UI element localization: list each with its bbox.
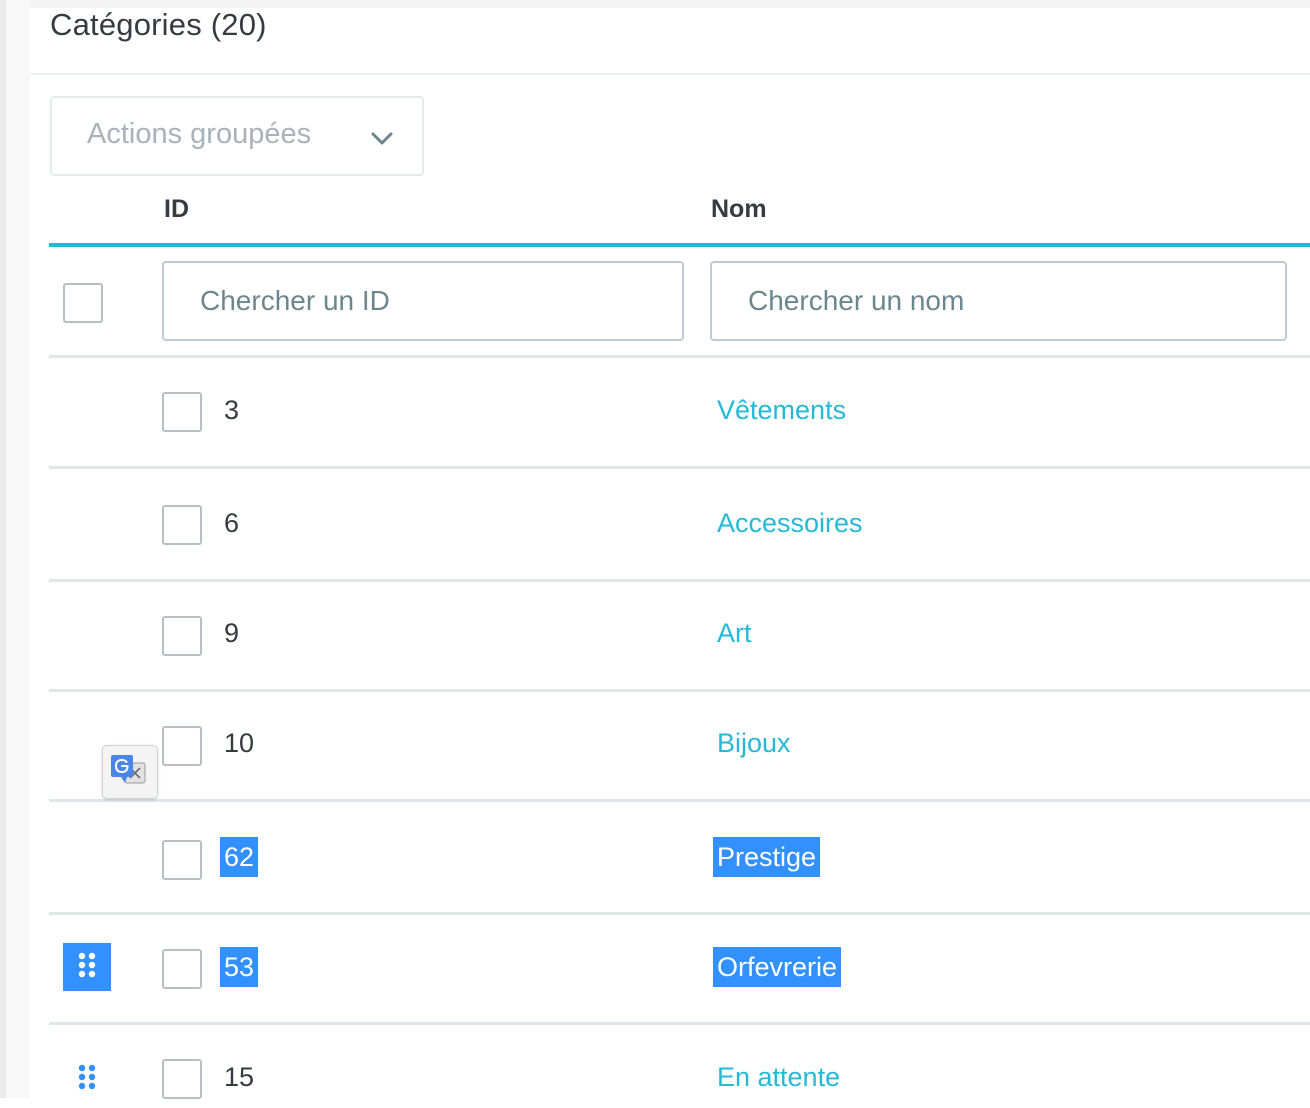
row-checkbox[interactable]	[162, 616, 202, 656]
row-checkbox[interactable]	[162, 392, 202, 432]
panel-title: Catégories (20)	[50, 7, 267, 42]
table-row[interactable]: 53 Orfevrerie	[49, 915, 1310, 1025]
drag-handle-icon[interactable]	[63, 1055, 111, 1103]
row-name-link[interactable]: Bijoux	[717, 723, 791, 763]
chevron-down-icon	[371, 132, 393, 145]
row-id: 9	[224, 618, 240, 648]
search-name-input[interactable]	[710, 261, 1287, 341]
row-name-link[interactable]: Vêtements	[717, 390, 846, 430]
google-translate-icon	[111, 755, 146, 784]
bulk-actions-dropdown[interactable]: Actions groupées	[50, 96, 424, 176]
google-translate-button[interactable]	[102, 745, 158, 799]
table-row[interactable]: 3 Vêtements	[49, 358, 1310, 469]
table-row[interactable]: 62 Prestige	[49, 802, 1310, 915]
row-id: 3	[224, 395, 240, 425]
row-name-link[interactable]: Prestige	[713, 837, 821, 877]
row-name-link[interactable]: En attente	[717, 1057, 840, 1097]
row-name-link[interactable]: Orfevrerie	[713, 947, 842, 987]
table-row[interactable]: 10 Bijoux	[49, 692, 1310, 802]
row-checkbox[interactable]	[162, 505, 202, 545]
row-id: 10	[224, 728, 255, 758]
row-id: 53	[220, 947, 259, 987]
left-gutter	[6, 0, 30, 1098]
row-checkbox[interactable]	[162, 949, 202, 989]
row-checkbox[interactable]	[162, 1059, 202, 1099]
bulk-actions-label: Actions groupées	[87, 118, 312, 150]
table-row[interactable]: 15 En attente	[49, 1025, 1310, 1099]
row-name-link[interactable]: Art	[717, 613, 752, 653]
row-id: 62	[220, 837, 259, 877]
panel-header-divider	[30, 73, 1310, 75]
table-row[interactable]: 9 Art	[49, 582, 1310, 692]
row-id: 15	[224, 1062, 255, 1092]
row-checkbox[interactable]	[162, 726, 202, 766]
column-header-id[interactable]: ID	[164, 195, 189, 224]
select-all-checkbox[interactable]	[63, 283, 103, 323]
row-name-link[interactable]: Accessoires	[717, 503, 863, 543]
row-id: 6	[224, 508, 240, 538]
table-row[interactable]: 6 Accessoires	[49, 469, 1310, 582]
header-underline	[49, 243, 1310, 247]
column-header-name[interactable]: Nom	[711, 195, 767, 224]
search-id-input[interactable]	[162, 261, 684, 341]
drag-handle-icon[interactable]	[63, 943, 111, 991]
row-checkbox[interactable]	[162, 840, 202, 880]
